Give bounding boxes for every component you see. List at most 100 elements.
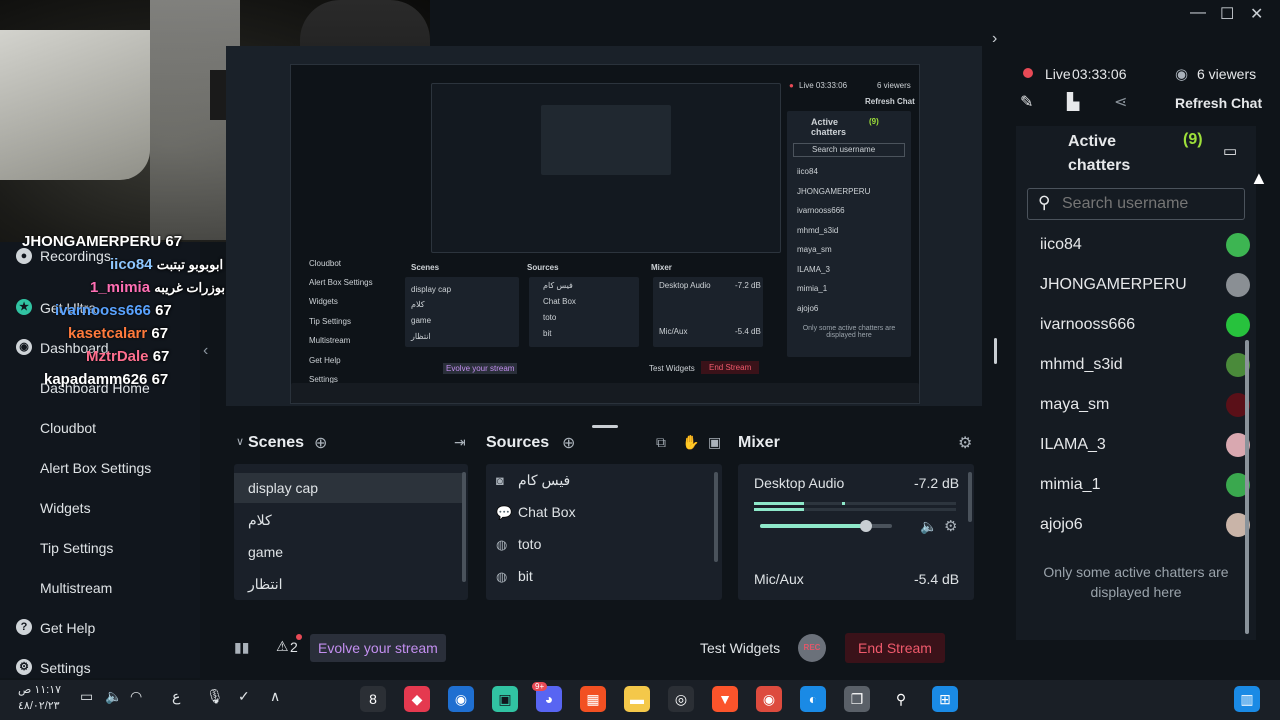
desktop-audio-db: -7.2 dB [914,475,960,491]
eye-icon: ◉ [1175,66,1189,83]
scenes-scrollbar[interactable] [462,472,466,582]
chatter-name[interactable]: JHONGAMERPERU [1040,276,1187,294]
sidebar-item-settings[interactable]: Settings [40,660,91,676]
streamlabs-icon[interactable]: ◉ [448,686,474,712]
chrome-icon[interactable]: ◉ [756,686,782,712]
collapse-panel-icon[interactable]: ⇥ [454,434,466,451]
sidebar-item-recordings[interactable]: Recordings [40,248,111,264]
search-username-field[interactable]: ⚲ [1027,188,1245,220]
source-item[interactable]: ◙ فيس كام [496,472,570,489]
evolve-stream-button[interactable]: Evolve your stream [310,634,446,662]
warning-icon[interactable]: ⚠ [276,638,289,655]
battery-icon[interactable]: ▭ [80,688,93,705]
brave-icon[interactable]: ▼ [712,686,738,712]
sources-scrollbar[interactable] [714,472,718,562]
edge-icon[interactable]: ◐ [800,686,826,712]
scene-item[interactable]: game [234,537,462,567]
close-icon[interactable]: ✕ [1250,4,1263,24]
sidebar-item-alert-box[interactable]: Alert Box Settings [40,460,151,476]
store-icon[interactable]: ▦ [580,686,606,712]
source-item[interactable]: ◍ bit [496,568,533,585]
tray-app-icon[interactable]: ✓ [238,688,250,705]
refresh-chat-button[interactable]: Refresh Chat [1175,95,1262,111]
avatar [1226,273,1250,297]
desktop-audio-slider[interactable] [760,520,892,532]
speaker-icon[interactable]: 🔈 [920,518,937,535]
source-item[interactable]: ◍ toto [496,536,541,553]
maximize-icon[interactable]: ☐ [1220,4,1234,24]
sidebar-item-tip-settings[interactable]: Tip Settings [40,540,113,556]
search-input[interactable] [1062,189,1242,219]
globe-icon: ◍ [496,537,508,552]
chatter-name[interactable]: mimia_1 [1040,476,1100,494]
inner-mic-db: -5.4 dB [735,327,761,336]
collapse-left-icon[interactable]: ‹ [203,342,208,360]
clock-time[interactable]: ١١:١٧ ص [18,683,61,696]
chatter-name[interactable]: mhmd_s3id [1040,356,1123,374]
window-app-icon[interactable]: ❐ [844,686,870,712]
app-8-icon[interactable]: 8 [360,686,386,712]
search-taskbar-icon[interactable]: ⚲ [888,686,914,712]
mixer-scrollbar[interactable] [968,472,972,522]
chat-user: 1_mimia [90,279,151,296]
sidebar-item-get-help[interactable]: Get Help [40,620,95,636]
language-indicator[interactable]: ع [172,688,180,705]
streamlabs-desktop-icon[interactable]: ▣ [492,686,518,712]
chatter-name[interactable]: iico84 [1040,236,1082,254]
chat-scrollbar[interactable] [1245,340,1249,634]
volume-icon[interactable]: 🔈 [105,688,122,705]
chat-line: iico84 ابوبوبو تبتبت [110,256,223,273]
tray-overflow-icon[interactable]: ∧ [270,688,280,705]
chatter-name[interactable]: ivarnooss666 [1040,316,1135,334]
mixer-settings-icon[interactable]: ⚙ [958,433,972,453]
test-widgets-button[interactable]: Test Widgets [700,640,780,656]
scene-item[interactable]: انتظار [234,569,462,599]
stream-preview[interactable]: ● Live 03:33:06 6 viewers Refresh Chat A… [226,46,982,406]
edit-icon[interactable]: ✎ [1020,92,1033,112]
clock-date[interactable]: ٤٨/٠٢/٢٣ [18,699,60,712]
source-mode-icon[interactable]: ✋ [682,434,699,451]
chatter-name[interactable]: ajojo6 [1040,516,1083,534]
game-app-icon[interactable]: ◆ [404,686,430,712]
scene-item[interactable]: كلام [234,505,462,535]
mic-aux-db: -5.4 dB [914,571,960,587]
obs-icon[interactable]: ◎ [668,686,694,712]
chat-icon: 💬 [496,505,513,520]
chevron-right-icon[interactable]: › [992,30,997,48]
chat-message: ابوبوبو تبتبت [156,257,224,272]
start-icon[interactable]: ⊞ [932,686,958,712]
desktop-audio-volume-knob[interactable] [859,520,872,532]
source-window-icon[interactable]: ⧉ [656,434,666,451]
stats-icon[interactable]: ▮▮ [234,639,249,656]
inner-desktop-db: -7.2 dB [735,281,761,290]
source-item[interactable]: 💬 Chat Box [496,504,576,521]
chatter-name[interactable]: ILAMA_3 [1040,436,1106,454]
inner-taskbar [291,383,919,403]
microphone-icon[interactable]: 🎙 [206,688,224,705]
folder-icon[interactable]: ▬ [624,686,650,712]
add-folder-icon[interactable]: ▣ [708,434,721,451]
chatter-name[interactable]: maya_sm [1040,396,1109,414]
audio-settings-icon[interactable]: ⚙ [944,517,957,535]
add-source-icon[interactable]: ⊕ [562,433,575,453]
chevron-down-icon[interactable]: ∨ [236,435,244,448]
wifi-icon[interactable]: ◠ [130,688,142,705]
chat-user: kasetcalarr [68,325,148,342]
sidebar-item-cloudbot[interactable]: Cloudbot [40,420,96,436]
share-icon[interactable]: ⋖ [1114,92,1127,112]
inner-live: Live 03:33:06 [799,81,848,90]
sidebar-item-multistream[interactable]: Multistream [40,580,112,596]
panel-resize-handle[interactable] [994,338,997,364]
notification-icon[interactable]: ▥ [1234,686,1260,712]
add-scene-icon[interactable]: ⊕ [314,433,327,453]
mixer-title: Mixer [738,434,780,451]
chat-bubble-icon[interactable]: ▭ [1223,142,1237,160]
sidebar-item-widgets[interactable]: Widgets [40,500,91,516]
desktop-audio-meter-2 [754,508,956,511]
record-button[interactable]: REC [798,634,826,662]
minimize-icon[interactable]: — [1190,4,1206,22]
end-stream-button[interactable]: End Stream [845,633,945,663]
popout-icon[interactable]: ▙ [1067,92,1079,112]
globe-icon: ◍ [496,569,508,584]
scene-item[interactable]: display cap [234,473,462,503]
